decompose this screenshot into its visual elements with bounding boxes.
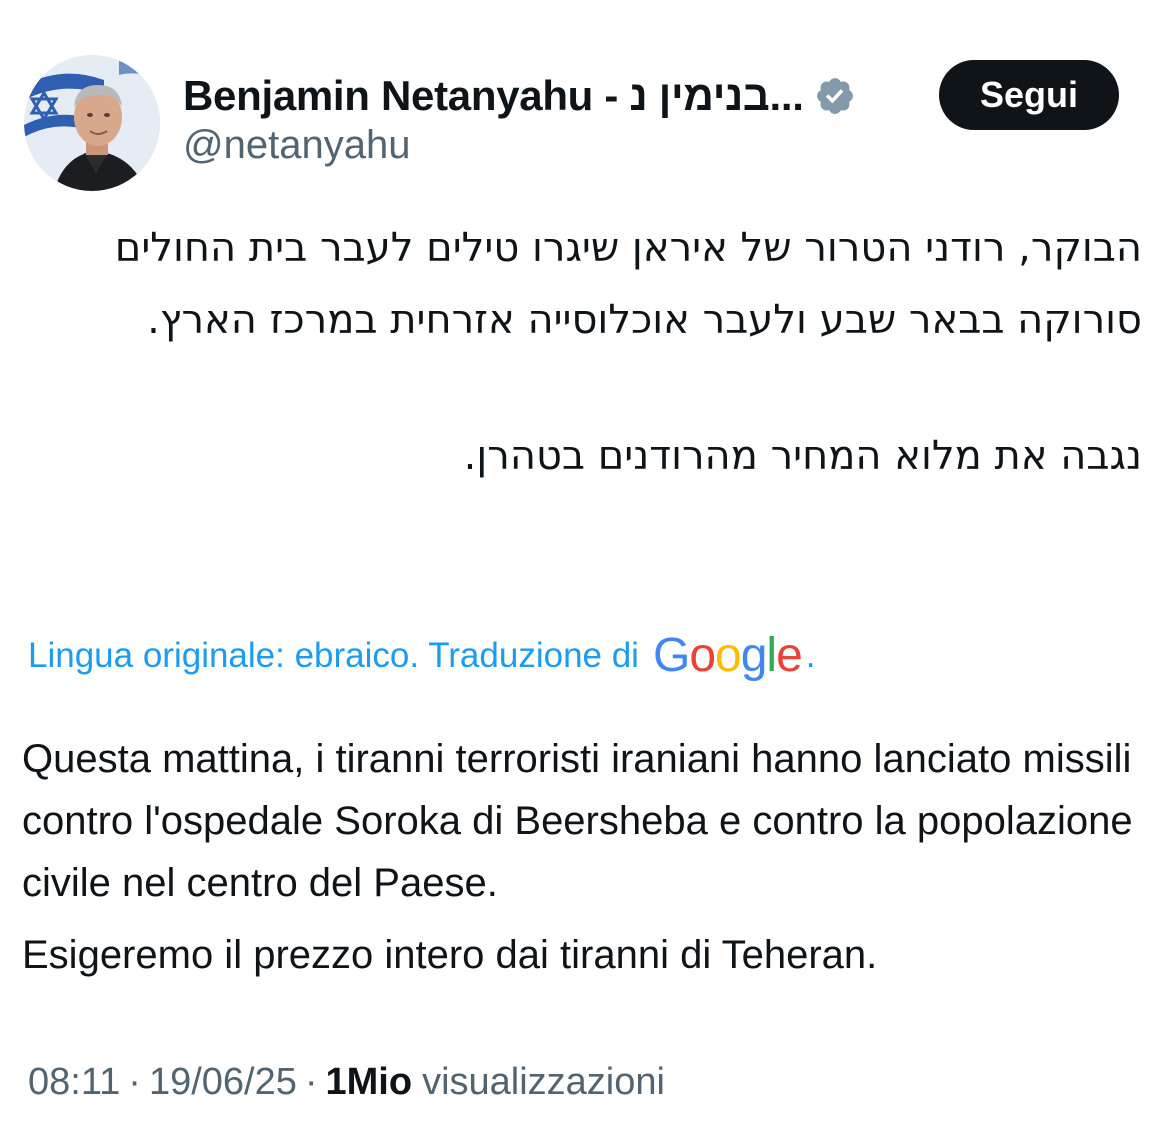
- verified-badge-icon: [814, 75, 856, 117]
- translation-note[interactable]: Lingua originale: ebraico. Traduzione di…: [28, 628, 816, 684]
- translated-paragraph: Questa mattina, i tiranni terroristi ira…: [22, 737, 1133, 905]
- tweet: Benjamin Netanyahu - בנימין נ... @netany…: [0, 0, 1170, 1145]
- meta-separator: ·: [304, 1060, 318, 1103]
- views-label[interactable]: visualizzazioni: [422, 1061, 665, 1104]
- tweet-time[interactable]: 08:11: [28, 1061, 120, 1104]
- author-name-row[interactable]: Benjamin Netanyahu - בנימין נ...: [183, 66, 856, 126]
- tweet-date[interactable]: 19/06/25: [149, 1061, 297, 1104]
- views-count[interactable]: 1Mio: [326, 1061, 413, 1104]
- original-paragraph: הבוקר, רודני הטרור של איראן שיגרו טילים …: [114, 225, 1142, 343]
- original-paragraph: נגבה את מלוא המחיר מהרודנים בטהרן.: [463, 433, 1142, 479]
- tweet-meta: 08:11 · 19/06/25 · 1Mio visualizzazioni: [28, 1056, 665, 1108]
- translation-note-suffix: .: [805, 636, 816, 675]
- translated-paragraph: Esigeremo il prezzo intero dai tiranni d…: [22, 933, 878, 977]
- google-logo: Google: [652, 629, 803, 682]
- translation-note-text[interactable]: Lingua originale: ebraico. Traduzione di: [28, 636, 639, 676]
- author-display-name[interactable]: Benjamin Netanyahu - בנימין נ...: [183, 72, 804, 120]
- meta-separator: ·: [128, 1060, 141, 1103]
- translated-text: Questa mattina, i tiranni terroristi ira…: [22, 728, 1152, 986]
- avatar-photo: [24, 55, 160, 191]
- follow-button[interactable]: Segui: [939, 60, 1119, 130]
- author-handle[interactable]: @netanyahu: [183, 123, 410, 168]
- avatar[interactable]: [24, 55, 160, 191]
- original-text: הבוקר, רודני הטרור של איראן שיגרו טילים …: [42, 212, 1142, 492]
